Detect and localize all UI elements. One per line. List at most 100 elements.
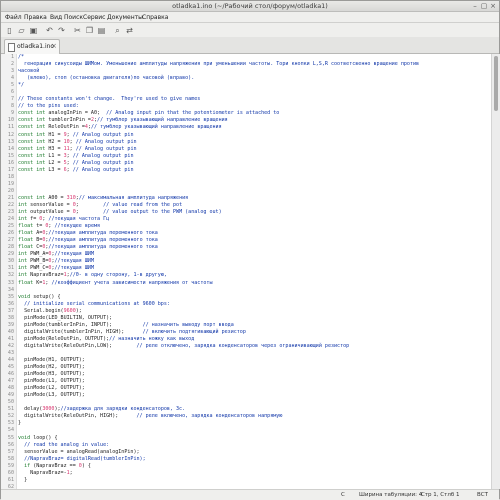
- code-token: pinMode(ReleOutPin, OUTPUT);: [18, 335, 110, 342]
- code-line[interactable]: 31 int PWM_C=0;//текущая ШИМ: [1, 265, 491, 272]
- save-icon[interactable]: ▣: [29, 26, 38, 35]
- paste-icon[interactable]: ▤: [97, 26, 106, 35]
- code-line[interactable]: 22 int sensorValue = 0; // value read fro…: [1, 202, 491, 209]
- code-line[interactable]: 55 void loop() {: [1, 435, 491, 442]
- code-line[interactable]: 46 pinMode(H3, OUTPUT);: [1, 371, 491, 378]
- code-line[interactable]: 51 delay(3000);//задержка для зарядки ко…: [1, 406, 491, 413]
- code-token: digitalWrite(ReleOutPin, HIGH);: [18, 413, 137, 420]
- replace-icon[interactable]: ⇄: [125, 26, 134, 35]
- code-line[interactable]: 40 digitalWrite(tumblerInPin, HIGH); // …: [1, 329, 491, 336]
- code-line[interactable]: 47 pinMode(L1, OUTPUT);: [1, 378, 491, 385]
- undo-icon[interactable]: ↶: [45, 26, 54, 35]
- code-line[interactable]: 17 const int L3 = 6; // Analog output pin: [1, 167, 491, 174]
- code-text: const int ReleOutPin =4;// тумблер указы…: [18, 124, 222, 131]
- code-line[interactable]: 49 pinMode(L3, OUTPUT);: [1, 392, 491, 399]
- code-line[interactable]: 42 digitalWrite(ReleOutPin,LOW); // реле…: [1, 343, 491, 350]
- code-line[interactable]: 26 float A=0;//текущая амплитуда переменн…: [1, 230, 491, 237]
- code-line[interactable]: 11 const int ReleOutPin =4;// тумблер ука…: [1, 124, 491, 131]
- code-line[interactable]: 18: [1, 174, 491, 181]
- code-line[interactable]: 57 sensorValue = analogRead(analogInPin)…: [1, 449, 491, 456]
- line-number: 4: [10, 75, 14, 82]
- code-line[interactable]: 56 // read the analog in value:: [1, 442, 491, 449]
- code-line[interactable]: 3 часовой: [1, 68, 491, 75]
- code-text: const int L2 = 5; // Analog output pin: [18, 160, 134, 167]
- code-line[interactable]: 43: [1, 350, 491, 357]
- code-line[interactable]: 1 /*: [1, 54, 491, 61]
- menu-documents[interactable]: Документы: [107, 14, 143, 21]
- code-line[interactable]: 16 const int L2 = 5; // Analog output pin: [1, 160, 491, 167]
- code-line[interactable]: 24 int f= 0; //текущая частота Гц: [1, 216, 491, 223]
- code-line[interactable]: 36 // initialize serial communications a…: [1, 301, 491, 308]
- code-line[interactable]: 58 //NapravBraz= digitalRead(tumblerInPi…: [1, 456, 491, 463]
- find-icon[interactable]: ⌕: [113, 26, 122, 35]
- code-line[interactable]: 21 const int A00 = 310;// максимальная ам…: [1, 195, 491, 202]
- code-line[interactable]: 34: [1, 287, 491, 294]
- maximize-icon[interactable]: ▢: [480, 2, 488, 10]
- code-line[interactable]: 2 генерация синусоиды ШИМом. Уменьшение …: [1, 61, 491, 68]
- code-line[interactable]: 13 const int H2 = 10; // Analog output pi…: [1, 139, 491, 146]
- code-line[interactable]: 52 digitalWrite(ReleOutPin, HIGH); // ре…: [1, 413, 491, 420]
- code-line[interactable]: 33 float K=1; //коэффициент учета зависим…: [1, 280, 491, 287]
- code-line[interactable]: 30 int PWM_B=0;//текущая ШИМ: [1, 258, 491, 265]
- code-editor[interactable]: 1/* 2 генерация синусоиды ШИМом. Уменьшен…: [1, 54, 491, 489]
- line-number: 12: [7, 131, 14, 138]
- open-icon[interactable]: ▱: [17, 26, 26, 35]
- code-line[interactable]: 15 const int L1 = 3; // Analog output pin: [1, 153, 491, 160]
- code-line[interactable]: 4 (влево), стоп (остановка двигателя)по …: [1, 75, 491, 82]
- new-document-icon[interactable]: ▯: [5, 26, 14, 35]
- menu-file[interactable]: Файл: [5, 14, 22, 21]
- tab-width-selector[interactable]: Ширина табуляции: 4: [359, 492, 422, 498]
- language-selector[interactable]: C: [341, 492, 345, 498]
- line-number: 13: [7, 138, 14, 145]
- code-line[interactable]: 38 pinMode(LED_BUILTIN, OUTPUT);: [1, 315, 491, 322]
- code-line[interactable]: 44 pinMode(H1, OUTPUT);: [1, 357, 491, 364]
- code-line[interactable]: 25 float t= 0; //текущее время: [1, 223, 491, 230]
- code-line[interactable]: 59 if (NapravBraz == 0) {: [1, 463, 491, 470]
- scrollbar-thumb[interactable]: [494, 56, 498, 111]
- vertical-scrollbar[interactable]: [491, 54, 500, 489]
- keyword-token: const int: [18, 159, 46, 166]
- cut-icon[interactable]: ✂: [73, 26, 82, 35]
- code-line[interactable]: 27 float B=0;//текущая амплитуда переменн…: [1, 237, 491, 244]
- menu-help[interactable]: Справка: [142, 14, 168, 21]
- menu-tools[interactable]: Сервис: [83, 14, 105, 21]
- keyword-token: float: [18, 223, 34, 230]
- code-line[interactable]: 32 int NapravBraz=1;//0- в одну сторону, …: [1, 272, 491, 279]
- code-line[interactable]: 8 // to the pins used:: [1, 103, 491, 110]
- code-line[interactable]: 53}: [1, 420, 491, 427]
- code-line[interactable]: 14 const int H3 = 11; // Analog output pi…: [1, 146, 491, 153]
- code-line[interactable]: 60 NapravBraz=-1;: [1, 470, 491, 477]
- code-line[interactable]: 35 void setup() {: [1, 294, 491, 301]
- menu-view[interactable]: Вид: [50, 14, 62, 21]
- menu-search[interactable]: Поиск: [64, 14, 83, 21]
- code-text: void setup() {: [18, 294, 61, 301]
- code-line[interactable]: 5 */: [1, 82, 491, 89]
- keyword-token: float: [18, 244, 34, 251]
- code-line[interactable]: 48 pinMode(L2, OUTPUT);: [1, 385, 491, 392]
- code-line[interactable]: 41 pinMode(ReleOutPin, OUTPUT);// назнач…: [1, 336, 491, 343]
- minimize-icon[interactable]: –: [471, 2, 479, 10]
- code-line[interactable]: 12 const int H1 = 9; // Analog output pin: [1, 132, 491, 139]
- close-window-icon[interactable]: ×: [489, 2, 497, 10]
- code-line[interactable]: 54: [1, 427, 491, 434]
- tab-otladka1[interactable]: otladka1.ino ×: [4, 39, 60, 54]
- code-line[interactable]: 29 int PWM_A=0;//текущая ШИМ: [1, 251, 491, 258]
- code-line[interactable]: 20: [1, 188, 491, 195]
- code-line[interactable]: 19: [1, 181, 491, 188]
- code-token: L3 =: [45, 166, 64, 173]
- menu-edit[interactable]: Правка: [24, 14, 47, 21]
- redo-icon[interactable]: ↷: [57, 26, 66, 35]
- copy-icon[interactable]: ❐: [85, 26, 94, 35]
- code-line[interactable]: 6: [1, 89, 491, 96]
- line-number: 16: [7, 159, 14, 166]
- code-line[interactable]: 45 pinMode(H2, OUTPUT);: [1, 364, 491, 371]
- code-line[interactable]: 37 Serial.begin(9600);: [1, 308, 491, 315]
- comment-token: // initialize serial communications at 9…: [18, 300, 170, 307]
- code-line[interactable]: 39 pinMode(tumblerInPin, INPUT); // назн…: [1, 322, 491, 329]
- code-line[interactable]: 23 int outputValue = 0; // value output t…: [1, 209, 491, 216]
- code-line[interactable]: 7 // These constants won't change. They'r…: [1, 96, 491, 103]
- close-tab-icon[interactable]: ×: [51, 42, 57, 50]
- code-line[interactable]: 61 }: [1, 477, 491, 484]
- code-line[interactable]: 50: [1, 399, 491, 406]
- code-line[interactable]: 28 float C=0;//текущая амплитуда переменн…: [1, 244, 491, 251]
